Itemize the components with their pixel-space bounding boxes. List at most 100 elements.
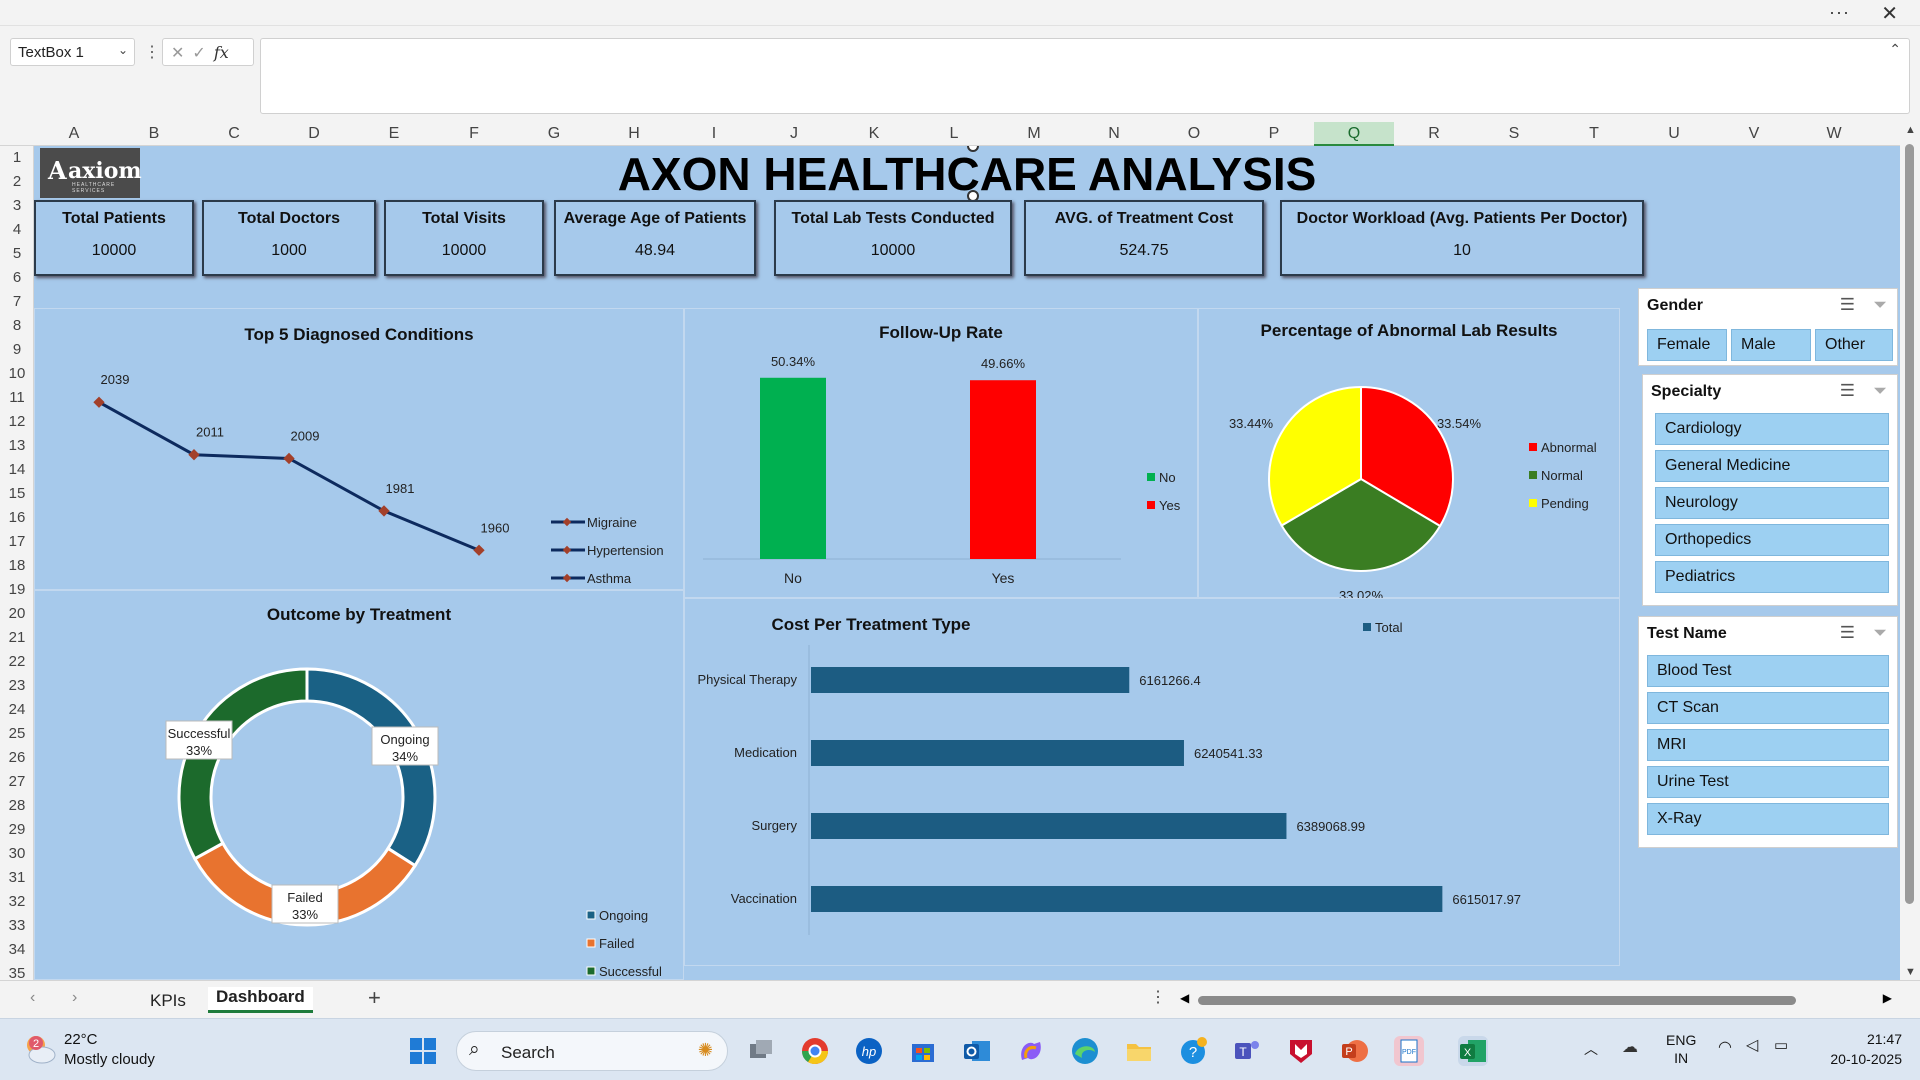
top-diagnosed-panel[interactable]: Top 5 Diagnosed Conditions 2039Migraine2… bbox=[34, 308, 684, 590]
multi-select-icon[interactable]: ☰ bbox=[1840, 623, 1855, 643]
column-header-u[interactable]: U bbox=[1634, 122, 1714, 146]
row-header[interactable]: 5 bbox=[0, 242, 34, 266]
add-sheet-button[interactable]: + bbox=[368, 985, 381, 1011]
column-header-r[interactable]: R bbox=[1394, 122, 1474, 146]
row-header[interactable]: 27 bbox=[0, 770, 34, 794]
onedrive-icon[interactable]: ☁ bbox=[1622, 1037, 1638, 1057]
outcome-panel[interactable]: Outcome by Treatment Ongoing 34% Ongoing Fa… bbox=[34, 590, 684, 980]
kpi-card[interactable]: Total Visits 10000 bbox=[384, 200, 544, 276]
kpi-card[interactable]: Total Doctors 1000 bbox=[202, 200, 376, 276]
clear-filter-icon[interactable]: ⏷ bbox=[1873, 295, 1887, 315]
multi-select-icon[interactable]: ☰ bbox=[1840, 381, 1855, 401]
tab-dashboard[interactable]: Dashboard bbox=[208, 987, 313, 1013]
row-header[interactable]: 12 bbox=[0, 410, 34, 434]
row-header[interactable]: 21 bbox=[0, 626, 34, 650]
slicer-item-cardiology[interactable]: Cardiology bbox=[1655, 413, 1889, 445]
column-header-h[interactable]: H bbox=[594, 122, 674, 146]
row-header[interactable]: 6 bbox=[0, 266, 34, 290]
slicer-item-mri[interactable]: MRI bbox=[1647, 729, 1889, 761]
close-icon[interactable]: ✕ bbox=[1881, 1, 1898, 26]
row-header[interactable]: 30 bbox=[0, 842, 34, 866]
row-header[interactable]: 28 bbox=[0, 794, 34, 818]
row-header[interactable]: 34 bbox=[0, 938, 34, 962]
chevron-down-icon[interactable]: ⌄ bbox=[118, 43, 128, 57]
next-sheet-icon[interactable]: › bbox=[72, 989, 77, 1007]
taskbar-search[interactable]: ⌕ Search ✺ bbox=[456, 1031, 728, 1071]
kpi-card[interactable]: Average Age of Patients 48.94 bbox=[554, 200, 756, 276]
row-header[interactable]: 29 bbox=[0, 818, 34, 842]
column-header-v[interactable]: V bbox=[1714, 122, 1794, 146]
cost-panel[interactable]: Cost Per Treatment Type Total 6161266.4 Ph… bbox=[684, 598, 1620, 966]
column-header-f[interactable]: F bbox=[434, 122, 514, 146]
column-header-t[interactable]: T bbox=[1554, 122, 1634, 146]
slicer-item-urine-test[interactable]: Urine Test bbox=[1647, 766, 1889, 798]
row-header[interactable]: 2 bbox=[0, 170, 34, 194]
row-header[interactable]: 18 bbox=[0, 554, 34, 578]
column-header-p[interactable]: P bbox=[1234, 122, 1314, 146]
weather-icon[interactable]: 2 bbox=[22, 1033, 58, 1067]
column-header-l[interactable]: L bbox=[914, 122, 994, 146]
kpi-card[interactable]: Doctor Workload (Avg. Patients Per Docto… bbox=[1280, 200, 1644, 276]
row-header[interactable]: 23 bbox=[0, 674, 34, 698]
copilot-icon[interactable] bbox=[1016, 1036, 1046, 1066]
language-indicator[interactable]: ENG IN bbox=[1666, 1031, 1696, 1067]
name-box[interactable]: TextBox 1 ⌄ bbox=[10, 38, 135, 66]
column-header-k[interactable]: K bbox=[834, 122, 914, 146]
file-explorer-icon[interactable] bbox=[1124, 1036, 1154, 1066]
column-header-b[interactable]: B bbox=[114, 122, 194, 146]
scroll-up-icon[interactable]: ▲ bbox=[1905, 124, 1916, 136]
tray-chevron-icon[interactable]: ︿ bbox=[1584, 1039, 1598, 1059]
column-header-m[interactable]: M bbox=[994, 122, 1074, 146]
windows-start-icon[interactable] bbox=[408, 1036, 438, 1066]
row-header[interactable]: 10 bbox=[0, 362, 34, 386]
slicer-item-ct-scan[interactable]: CT Scan bbox=[1647, 692, 1889, 724]
outlook-icon[interactable] bbox=[962, 1036, 992, 1066]
row-header[interactable]: 16 bbox=[0, 506, 34, 530]
slicer-item-female[interactable]: Female bbox=[1647, 329, 1727, 361]
column-header-s[interactable]: S bbox=[1474, 122, 1554, 146]
column-header-d[interactable]: D bbox=[274, 122, 354, 146]
row-header[interactable]: 26 bbox=[0, 746, 34, 770]
excel-icon[interactable]: X bbox=[1458, 1036, 1488, 1066]
row-header[interactable]: 22 bbox=[0, 650, 34, 674]
scroll-left-icon[interactable]: ◀ bbox=[1180, 991, 1189, 1005]
column-header-i[interactable]: I bbox=[674, 122, 754, 146]
row-header[interactable]: 9 bbox=[0, 338, 34, 362]
row-header[interactable]: 3 bbox=[0, 194, 34, 218]
kpi-card[interactable]: AVG. of Treatment Cost 524.75 bbox=[1024, 200, 1264, 276]
insert-function-icon[interactable]: fx bbox=[214, 43, 229, 62]
teams-icon[interactable]: T bbox=[1232, 1036, 1262, 1066]
help-icon[interactable]: ? bbox=[1178, 1036, 1208, 1066]
edge-icon[interactable] bbox=[1070, 1036, 1100, 1066]
column-header-o[interactable]: O bbox=[1154, 122, 1234, 146]
horizontal-scrollbar[interactable]: ◀ ▶ bbox=[1176, 991, 1896, 1007]
row-header[interactable]: 20 bbox=[0, 602, 34, 626]
tab-kpis[interactable]: KPIs bbox=[150, 991, 186, 1011]
slicer-item-blood-test[interactable]: Blood Test bbox=[1647, 655, 1889, 687]
wifi-icon[interactable]: ◠ bbox=[1718, 1037, 1732, 1057]
cancel-icon[interactable]: ✕ bbox=[171, 45, 192, 62]
enter-icon[interactable]: ✓ bbox=[192, 45, 213, 62]
prev-sheet-icon[interactable]: ‹ bbox=[30, 989, 35, 1007]
tab-split-icon[interactable]: ⋮ bbox=[1150, 987, 1166, 1007]
slicer-item-male[interactable]: Male bbox=[1731, 329, 1811, 361]
slicer-item-orthopedics[interactable]: Orthopedics bbox=[1655, 524, 1889, 556]
formula-input[interactable]: ⌃ bbox=[260, 38, 1910, 114]
mcafee-icon[interactable] bbox=[1286, 1036, 1316, 1066]
clear-filter-icon[interactable]: ⏷ bbox=[1873, 381, 1887, 401]
task-view-icon[interactable] bbox=[746, 1036, 776, 1066]
pdf-app-icon[interactable]: PDF bbox=[1394, 1036, 1424, 1066]
follow-up-panel[interactable]: Follow-Up Rate 50.34% No No 49.66% Yes Yes bbox=[684, 308, 1198, 598]
clock[interactable]: 21:47 20-10-2025 bbox=[1810, 1029, 1902, 1069]
kpi-card[interactable]: Total Patients 10000 bbox=[34, 200, 194, 276]
column-header-c[interactable]: C bbox=[194, 122, 274, 146]
volume-icon[interactable]: ◁ bbox=[1746, 1035, 1758, 1055]
row-header[interactable]: 7 bbox=[0, 290, 34, 314]
row-header[interactable]: 8 bbox=[0, 314, 34, 338]
multi-select-icon[interactable]: ☰ bbox=[1840, 295, 1855, 315]
horizontal-scroll-thumb[interactable] bbox=[1198, 996, 1796, 1005]
abnormal-lab-panel[interactable]: Percentage of Abnormal Lab Results 33.54… bbox=[1198, 308, 1620, 599]
row-header[interactable]: 32 bbox=[0, 890, 34, 914]
column-header-q[interactable]: Q bbox=[1314, 122, 1394, 146]
row-header[interactable]: 15 bbox=[0, 482, 34, 506]
